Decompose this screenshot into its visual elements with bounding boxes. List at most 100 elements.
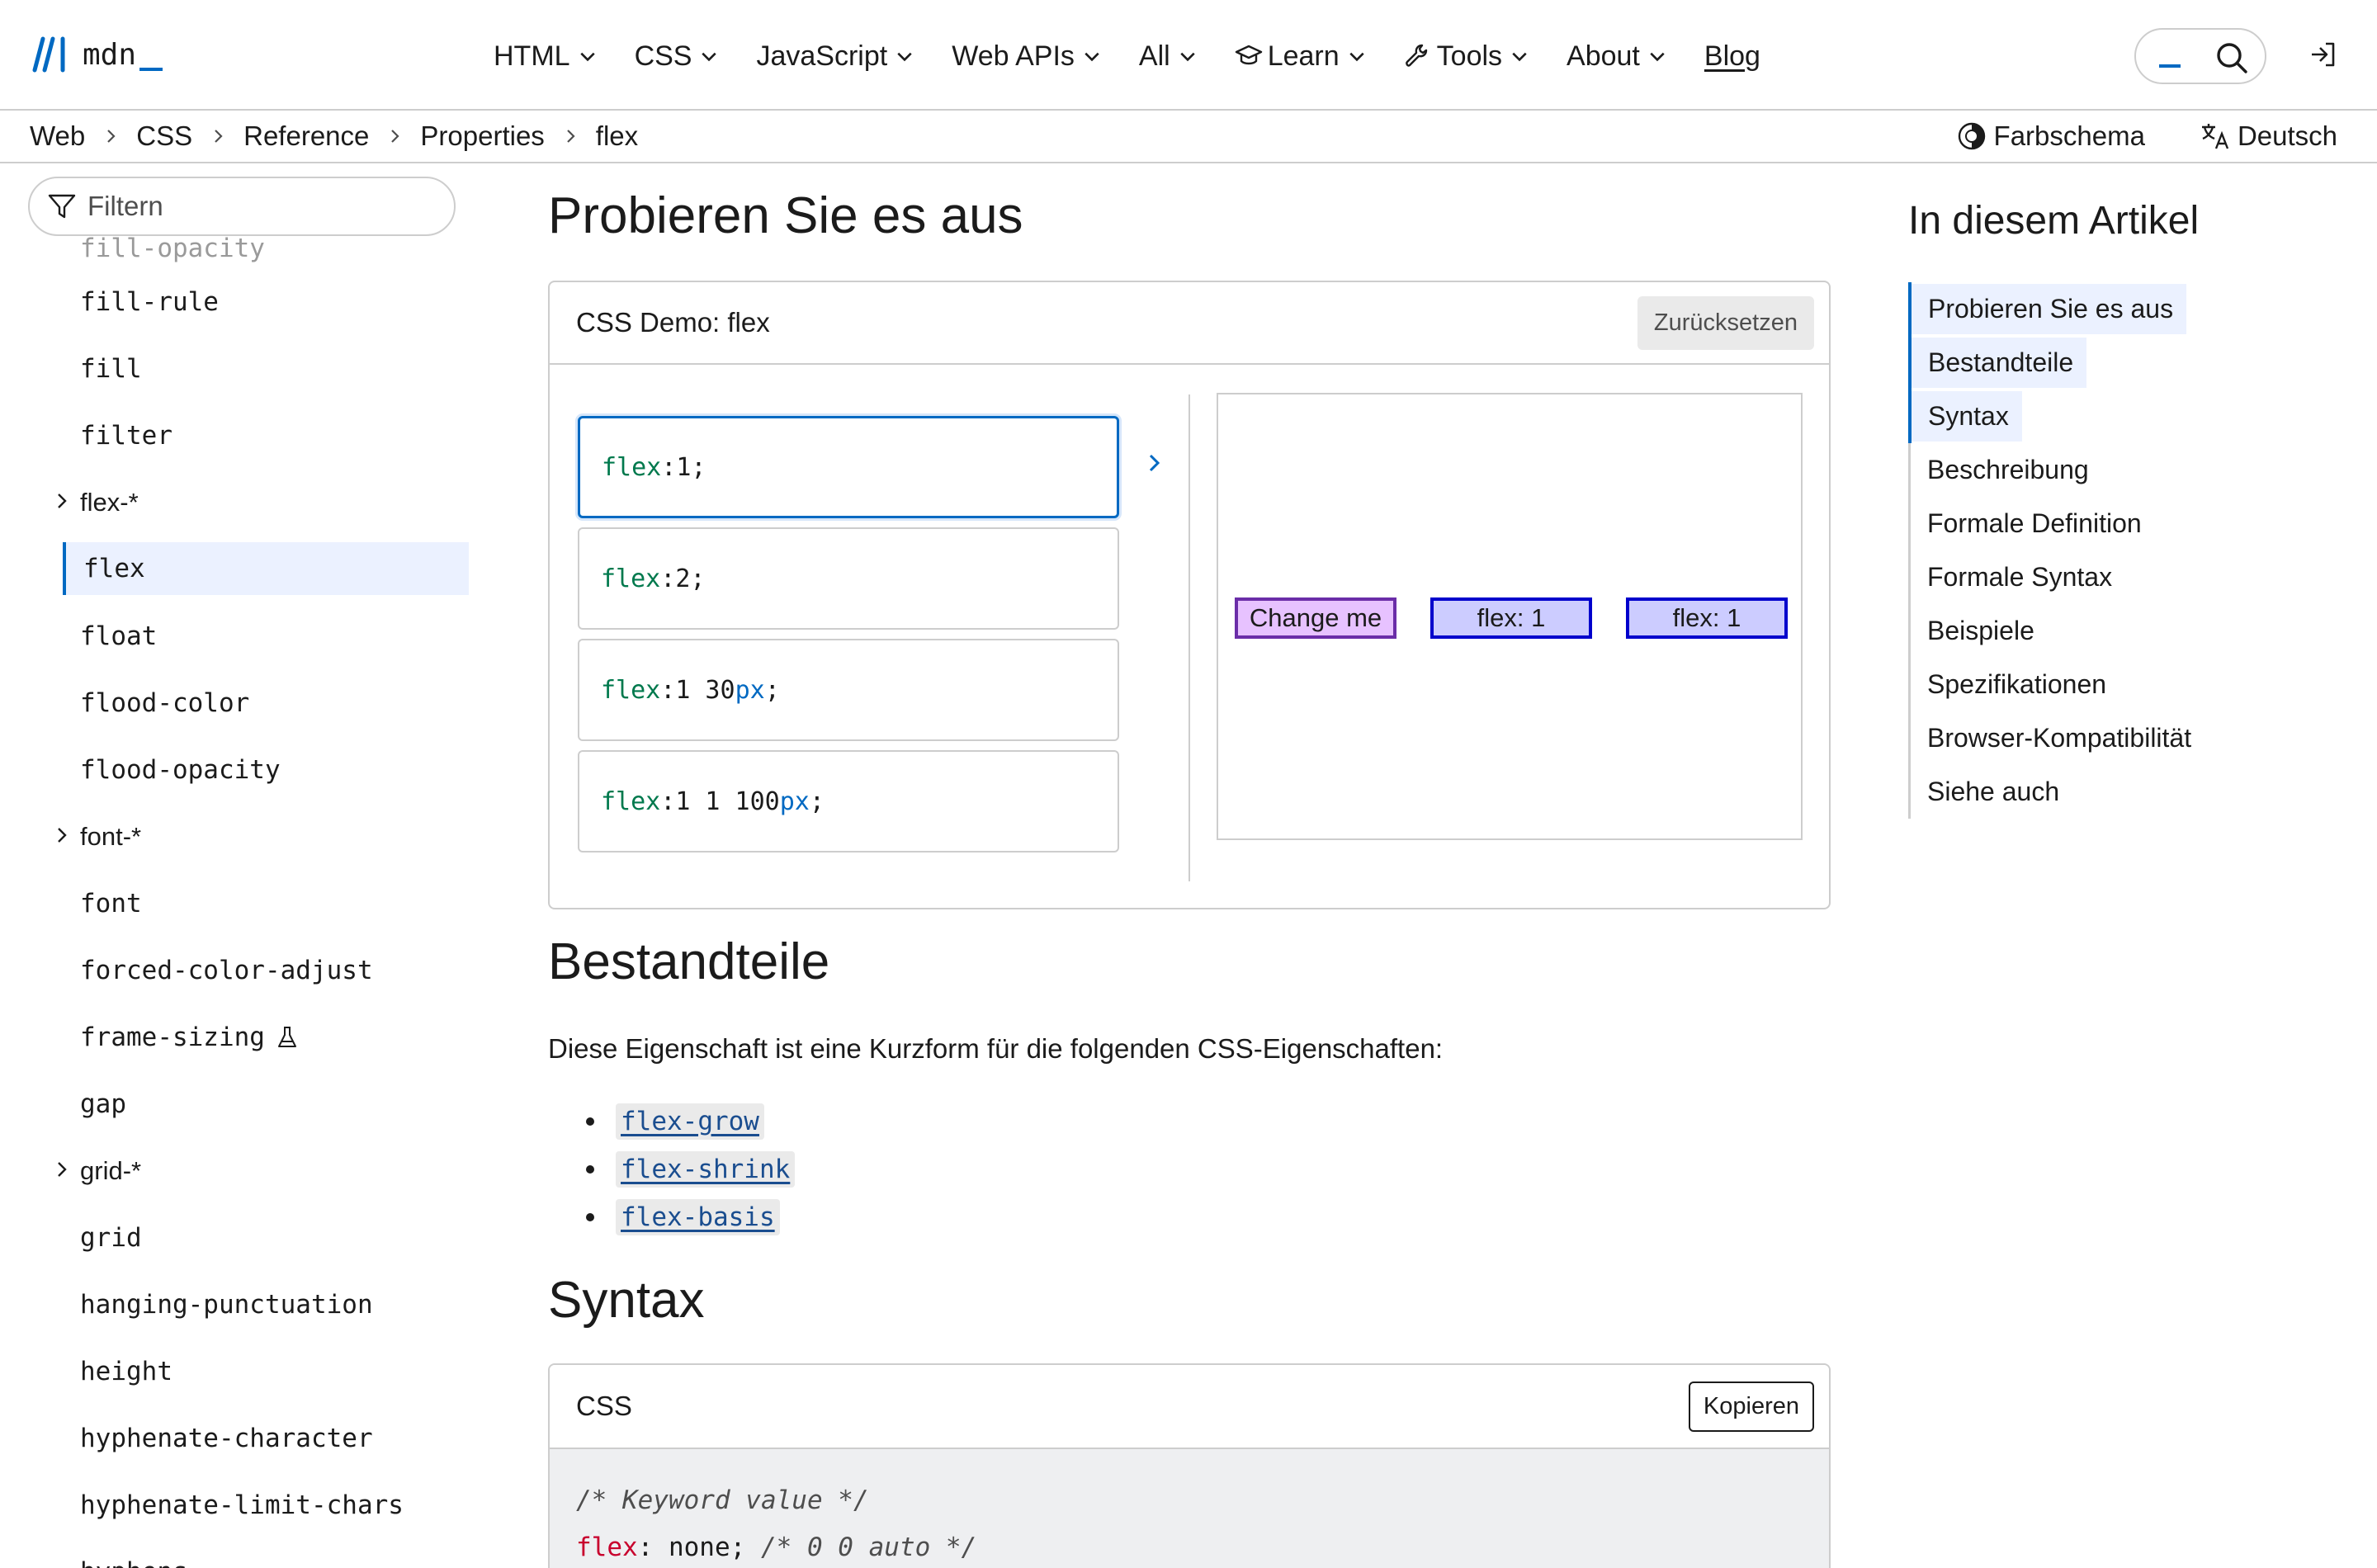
sidebar-item-grid[interactable]: grid <box>0 1204 470 1271</box>
toc-item[interactable]: Formale Syntax <box>1911 550 2191 604</box>
toc-item[interactable]: Syntax <box>1908 390 2191 443</box>
sidebar-group-flex[interactable]: flex-* <box>0 469 470 536</box>
nav-about[interactable]: About <box>1567 40 1666 73</box>
breadcrumb-css[interactable]: CSS <box>136 120 192 152</box>
chevron-down-icon <box>1349 52 1364 62</box>
toc-item-label: Formale Definition <box>1927 508 2142 538</box>
copy-button[interactable]: Kopieren <box>1688 1381 1814 1432</box>
sidebar-group-label: font-* <box>80 821 142 851</box>
toc-item[interactable]: Siehe auch <box>1911 765 2191 819</box>
nav-javascript[interactable]: JavaScript <box>756 40 914 73</box>
flex-item: flex: 1 <box>1626 597 1788 639</box>
syntax-heading: Syntax <box>548 1272 705 1329</box>
bullet-dot <box>586 1165 594 1174</box>
toc-item[interactable]: Probieren Sie es aus <box>1908 282 2191 336</box>
demo-choice[interactable]: flex: 1 1 100 px; <box>578 750 1119 852</box>
sidebar-item-flood-opacity[interactable]: flood-opacity <box>0 736 470 803</box>
link-flex-shrink[interactable]: flex-shrink <box>616 1151 796 1188</box>
code-semicolon: ; <box>691 452 706 482</box>
theme-icon <box>1958 122 1985 150</box>
nav-css[interactable]: CSS <box>635 40 719 73</box>
language-label: Deutsch <box>2237 120 2337 151</box>
demo-choice[interactable]: flex: 1 30 px; <box>578 639 1119 741</box>
filter-placeholder: Filtern <box>87 191 163 221</box>
color-scheme-button[interactable]: Farbschema <box>1956 120 2145 152</box>
sidebar-item-hanging-punctuation[interactable]: hanging-punctuation <box>0 1271 470 1338</box>
search-icon <box>2217 43 2247 73</box>
sidebar-item-fill-rule[interactable]: fill-rule <box>0 268 470 335</box>
nav-web-apis[interactable]: Web APIs <box>952 40 1101 73</box>
reset-button[interactable]: Zurücksetzen <box>1637 295 1814 350</box>
demo-choice[interactable]: flex: 1; <box>578 416 1119 518</box>
breadcrumb-web[interactable]: Web <box>30 120 85 152</box>
sidebar-item-filter[interactable]: filter <box>0 402 470 469</box>
toc-item[interactable]: Beispiele <box>1911 604 2191 658</box>
sidebar-item-hyphens[interactable]: hyphens <box>0 1538 470 1568</box>
sidebar-item-height[interactable]: height <box>0 1338 470 1405</box>
language-button[interactable]: Deutsch <box>2200 120 2337 152</box>
toc-item-label: Spezifikationen <box>1927 669 2107 699</box>
chevron-down-icon <box>897 52 912 62</box>
code-colon: : <box>660 786 676 816</box>
mdn-logo-icon <box>32 36 65 73</box>
breadcrumb: Web CSS Reference Properties flex <box>30 111 638 162</box>
sidebar-item-hyphenate-limit-chars[interactable]: hyphenate-limit-chars <box>0 1471 470 1538</box>
sidebar-item-frame-sizing[interactable]: frame-sizing <box>0 1004 470 1070</box>
breadcrumb-flex[interactable]: flex <box>596 120 638 152</box>
toc-item-label: Beschreibung <box>1927 455 2089 484</box>
graduation-cap-icon <box>1235 45 1262 65</box>
main-nav: HTML CSS JavaScript Web APIs All Learn T… <box>494 33 1760 79</box>
nav-tools[interactable]: Tools <box>1404 40 1529 73</box>
chevron-down-icon <box>1180 52 1195 62</box>
demo-choice[interactable]: flex: 2; <box>578 527 1119 630</box>
list-item: flex-basis <box>586 1193 795 1241</box>
sidebar-item-fill[interactable]: fill <box>0 335 470 402</box>
toc-item-label: Siehe auch <box>1927 777 2060 806</box>
nav-learn[interactable]: Learn <box>1235 40 1366 73</box>
sidebar-item-hyphenate-character[interactable]: hyphenate-character <box>0 1405 470 1471</box>
sidebar-item-fill-opacity[interactable]: fill-opacity <box>0 232 470 268</box>
list-item: flex-shrink <box>586 1145 796 1193</box>
login-icon[interactable] <box>2308 40 2337 69</box>
code-property: flex <box>601 786 661 816</box>
toc-title: In diesem Artikel <box>1908 199 2200 243</box>
toc-item-label: Syntax <box>1912 391 2022 442</box>
sidebar-group-font[interactable]: font-* <box>0 803 470 870</box>
translate-icon <box>2201 124 2229 149</box>
sidebar-item-gap[interactable]: gap <box>0 1070 470 1137</box>
filter-input[interactable]: Filtern <box>28 177 456 236</box>
sidebar-item-font[interactable]: font <box>0 870 470 937</box>
code-colon: : <box>660 564 676 593</box>
nav-all[interactable]: All <box>1139 40 1197 73</box>
toc-item[interactable]: Beschreibung <box>1911 443 2191 497</box>
demo-header: CSS Demo: flex Zurücksetzen <box>550 282 1829 365</box>
sidebar-group-grid[interactable]: grid-* <box>0 1137 470 1204</box>
chevron-right-icon <box>567 130 575 143</box>
sidebar-item-flood-color[interactable]: flood-color <box>0 669 470 736</box>
code-value: 1 1 100 <box>675 786 780 816</box>
list-item: flex-grow <box>586 1098 795 1145</box>
mdn-logo[interactable]: mdn <box>30 31 163 78</box>
link-flex-basis[interactable]: flex-basis <box>616 1199 780 1235</box>
toc-item-label: Probieren Sie es aus <box>1912 284 2187 334</box>
toc-item[interactable]: Browser-Kompatibilität <box>1911 711 2191 765</box>
demo-divider <box>1188 394 1190 881</box>
search-button[interactable] <box>2134 28 2266 84</box>
sidebar-item-forced-color-adjust[interactable]: forced-color-adjust <box>0 937 470 1004</box>
sidebar-item-flex[interactable]: flex <box>63 542 469 595</box>
nav-html[interactable]: HTML <box>494 40 597 73</box>
toc-item[interactable]: Spezifikationen <box>1911 658 2191 711</box>
link-flex-grow[interactable]: flex-grow <box>616 1103 764 1140</box>
sidebar-item-float[interactable]: float <box>0 602 470 669</box>
breadcrumb-properties[interactable]: Properties <box>420 120 544 152</box>
chevron-right-icon <box>215 130 223 143</box>
nav-blog[interactable]: Blog <box>1704 40 1760 73</box>
filter-icon <box>48 194 76 219</box>
chevron-right-icon <box>58 494 67 508</box>
breadcrumb-reference[interactable]: Reference <box>243 120 369 152</box>
chevron-down-icon <box>1512 52 1527 62</box>
toc-item[interactable]: Bestandteile <box>1908 336 2191 390</box>
toc-item[interactable]: Formale Definition <box>1911 497 2191 550</box>
chevron-down-icon <box>1085 52 1099 62</box>
code-value: 2 <box>675 564 691 593</box>
